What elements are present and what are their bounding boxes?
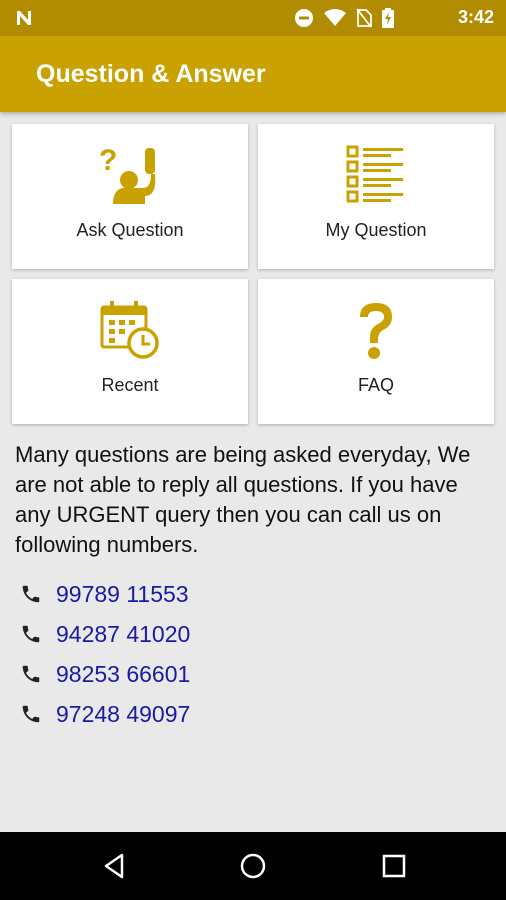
tile-my-question[interactable]: My Question (258, 124, 494, 269)
info-text: Many questions are being asked everyday,… (15, 442, 471, 557)
home-button[interactable] (237, 850, 269, 882)
phone-number-link[interactable]: 94287 41020 (56, 621, 190, 648)
phone-icon (20, 583, 42, 605)
no-sim-icon (356, 8, 372, 28)
calendar-clock-icon (100, 301, 159, 359)
phone-row-1[interactable]: 99789 11553 (20, 579, 189, 609)
battery-charging-icon (382, 8, 394, 28)
phone-number-link[interactable]: 98253 66601 (56, 661, 190, 688)
tile-label: Ask Question (76, 220, 184, 240)
status-bar: 3:42 (0, 0, 506, 36)
phone-icon (20, 623, 42, 645)
ask-question-icon: ? (99, 144, 156, 204)
tile-label: FAQ (357, 375, 394, 395)
tile-label: My Question (325, 220, 427, 240)
svg-text:?: ? (99, 144, 117, 177)
tile-ask-question[interactable]: ? Ask Question (12, 124, 248, 269)
question-mark-icon (360, 303, 392, 359)
app-bar: Question & Answer (0, 36, 506, 112)
phone-row-4[interactable]: 97248 49097 (20, 699, 190, 729)
wifi-icon (324, 9, 346, 26)
back-button[interactable] (98, 850, 130, 882)
back-icon (104, 853, 124, 879)
tile-faq[interactable]: FAQ (258, 279, 494, 424)
tile-label: Recent (101, 375, 159, 395)
phone-row-3[interactable]: 98253 66601 (20, 659, 190, 689)
tile-recent[interactable]: Recent (12, 279, 248, 424)
recents-button[interactable] (378, 850, 410, 882)
notification-n-icon (17, 11, 31, 25)
phone-row-2[interactable]: 94287 41020 (20, 619, 190, 649)
phone-number-link[interactable]: 97248 49097 (56, 701, 190, 728)
status-icons (294, 8, 394, 28)
phone-icon (20, 703, 42, 725)
recents-icon (382, 854, 406, 878)
status-time: 3:42 (457, 7, 494, 27)
do-not-disturb-icon (295, 9, 313, 27)
phone-icon (20, 663, 42, 685)
app-title: Question & Answer (36, 60, 266, 88)
phone-number-link[interactable]: 99789 11553 (56, 581, 189, 608)
navigation-bar (0, 832, 506, 900)
home-icon (240, 853, 266, 879)
checklist-icon (346, 145, 403, 203)
